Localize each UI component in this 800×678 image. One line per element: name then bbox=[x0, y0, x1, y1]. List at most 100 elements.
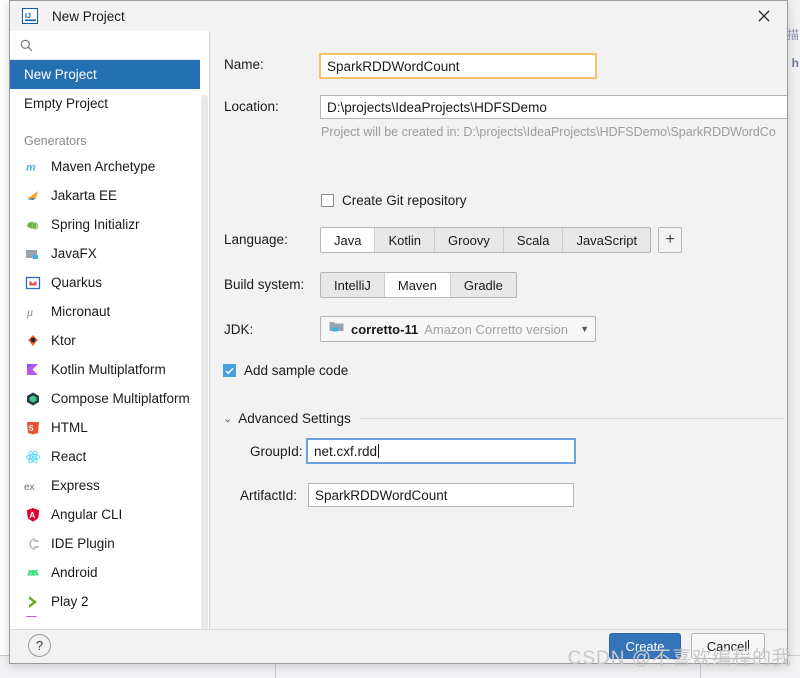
advanced-settings-header[interactable]: ⌄ Advanced Settings bbox=[223, 411, 783, 426]
maven-icon: m bbox=[24, 158, 42, 176]
sidebar-item-maven-archetype[interactable]: m Maven Archetype bbox=[10, 152, 209, 181]
sidebar-item-play-2[interactable]: Play 2 bbox=[10, 587, 209, 616]
language-option-scala[interactable]: Scala bbox=[504, 228, 564, 252]
sidebar-item-label: Ktor bbox=[51, 333, 76, 348]
language-option-groovy[interactable]: Groovy bbox=[435, 228, 504, 252]
sidebar-item-html[interactable]: 5 HTML bbox=[10, 413, 209, 442]
build-system-options: IntelliJ Maven Gradle bbox=[320, 272, 517, 298]
sidebar-item-new-project[interactable]: New Project bbox=[10, 60, 209, 89]
location-hint: Project will be created in: D:\projects\… bbox=[321, 125, 776, 139]
sidebar-item-angular-cli[interactable]: A Angular CLI bbox=[10, 500, 209, 529]
help-button[interactable]: ? bbox=[28, 634, 51, 657]
cancel-button-label: Cancel bbox=[706, 638, 748, 654]
javafx-icon bbox=[24, 245, 42, 263]
sidebar-item-label: Quarkus bbox=[51, 275, 103, 290]
sidebar-item-express[interactable]: ex Express bbox=[10, 471, 209, 500]
location-input-value: D:\projects\IdeaProjects\HDFSDemo bbox=[327, 99, 547, 115]
sidebar-item-react[interactable]: React bbox=[10, 442, 209, 471]
sidebar-item-jakarta-ee[interactable]: Jakarta EE bbox=[10, 181, 209, 210]
sidebar-item-javafx[interactable]: JavaFX bbox=[10, 239, 209, 268]
name-input[interactable]: SparkRDDWordCount bbox=[319, 53, 597, 79]
language-option-kotlin[interactable]: Kotlin bbox=[375, 228, 435, 252]
groupid-input-value: net.cxf.rdd bbox=[314, 443, 378, 459]
language-option-java[interactable]: Java bbox=[321, 228, 376, 252]
jdk-label: JDK: bbox=[224, 322, 254, 337]
sidebar-item-label: Micronaut bbox=[51, 304, 111, 319]
ktor-icon bbox=[24, 332, 42, 350]
svg-text:μ: μ bbox=[26, 305, 33, 319]
checkbox-label: Add sample code bbox=[244, 363, 349, 378]
sidebar-item-label: Maven Archetype bbox=[51, 159, 156, 174]
advanced-settings-title: Advanced Settings bbox=[238, 411, 351, 426]
new-project-dialog: IJ New Project New Project Empty Project… bbox=[9, 0, 788, 664]
name-label: Name: bbox=[224, 57, 264, 72]
close-icon[interactable] bbox=[741, 1, 787, 31]
sidebar-item-ktor[interactable]: Ktor bbox=[10, 326, 209, 355]
sidebar-scrollbar-thumb[interactable] bbox=[201, 95, 208, 631]
html5-icon: 5 bbox=[24, 419, 42, 437]
add-language-button[interactable]: + bbox=[658, 227, 683, 253]
sidebar-item-label: Play 2 bbox=[51, 594, 89, 609]
cancel-button[interactable]: Cancel bbox=[691, 633, 765, 659]
location-input[interactable]: D:\projects\IdeaProjects\HDFSDemo bbox=[320, 95, 787, 119]
build-system-option-maven[interactable]: Maven bbox=[384, 273, 451, 297]
jdk-dropdown[interactable]: corretto-11 Amazon Corretto version ▼ bbox=[320, 316, 596, 342]
jdk-description: Amazon Corretto version bbox=[424, 321, 568, 337]
quarkus-icon bbox=[24, 274, 42, 292]
language-option-javascript[interactable]: JavaScript bbox=[563, 228, 650, 252]
text-caret bbox=[748, 639, 750, 653]
artifactid-label: ArtifactId: bbox=[240, 488, 298, 503]
sidebar-item-label: Express bbox=[51, 478, 100, 493]
sidebar-item-label: Jakarta EE bbox=[51, 188, 118, 203]
chevron-down-icon: ⌄ bbox=[223, 413, 233, 425]
micronaut-icon: μ bbox=[24, 303, 42, 321]
language-segmented-control: Java Kotlin Groovy Scala JavaScript + bbox=[320, 227, 683, 253]
name-input-value: SparkRDDWordCount bbox=[327, 58, 460, 74]
sidebar-item-compose-multiplatform[interactable]: Compose Multiplatform bbox=[10, 384, 209, 413]
search-row[interactable] bbox=[10, 31, 209, 60]
sidebar-item-android[interactable]: Android bbox=[10, 558, 209, 587]
create-button[interactable]: Create bbox=[609, 633, 681, 659]
chevron-down-icon: ▼ bbox=[580, 324, 589, 334]
sidebar-item-kotlin-multiplatform[interactable]: Kotlin Multiplatform bbox=[10, 355, 209, 384]
sidebar-item-label: JavaFX bbox=[51, 246, 97, 261]
sidebar-item-ide-plugin[interactable]: IDE Plugin bbox=[10, 529, 209, 558]
sidebar-item-label: Kotlin Multiplatform bbox=[51, 362, 166, 377]
express-icon: ex bbox=[24, 477, 42, 495]
android-icon bbox=[24, 564, 42, 582]
sidebar-item-empty-project[interactable]: Empty Project bbox=[10, 89, 209, 118]
groupid-input[interactable]: net.cxf.rdd bbox=[306, 438, 576, 464]
location-label: Location: bbox=[224, 99, 279, 114]
sidebar-item-spring-initializr[interactable]: Spring Initializr bbox=[10, 210, 209, 239]
sidebar-item-quarkus[interactable]: Quarkus bbox=[10, 268, 209, 297]
jdk-value: corretto-11 bbox=[351, 321, 419, 337]
svg-text:m: m bbox=[26, 162, 36, 174]
add-sample-code-checkbox[interactable]: Add sample code bbox=[223, 363, 348, 378]
sidebar-item-label: Spring Initializr bbox=[51, 217, 140, 232]
spring-icon bbox=[24, 216, 42, 234]
sidebar-item-label: Empty Project bbox=[24, 96, 109, 111]
build-system-label: Build system: bbox=[224, 277, 305, 292]
build-system-option-gradle[interactable]: Gradle bbox=[451, 273, 516, 297]
dialog-content: New Project Empty Project Generators m M… bbox=[10, 31, 787, 631]
sidebar-item-micronaut[interactable]: μ Micronaut bbox=[10, 297, 209, 326]
artifactid-input-value: SparkRDDWordCount bbox=[315, 487, 448, 503]
plugin-icon bbox=[24, 535, 42, 553]
create-git-repository-checkbox[interactable]: Create Git repository bbox=[321, 193, 467, 208]
compose-icon bbox=[24, 390, 42, 408]
sidebar-item-label: IDE Plugin bbox=[51, 536, 115, 551]
dialog-footer: ? Create Cancel bbox=[10, 629, 787, 663]
angular-icon: A bbox=[24, 506, 42, 524]
language-label: Language: bbox=[224, 232, 288, 247]
artifactid-input[interactable]: SparkRDDWordCount bbox=[308, 483, 574, 507]
sidebar-scrollbar-track[interactable] bbox=[200, 59, 209, 631]
dialog-titlebar: IJ New Project bbox=[10, 1, 787, 32]
sidebar: New Project Empty Project Generators m M… bbox=[10, 31, 210, 631]
build-system-row: Build system: bbox=[224, 277, 324, 292]
intellij-idea-icon: IJ bbox=[22, 8, 38, 24]
kotlin-icon bbox=[24, 361, 42, 379]
build-system-option-intellij[interactable]: IntelliJ bbox=[321, 273, 385, 297]
generators-section-label: Generators bbox=[24, 134, 87, 148]
sidebar-item-label: New Project bbox=[24, 67, 97, 82]
search-input[interactable] bbox=[41, 36, 195, 54]
